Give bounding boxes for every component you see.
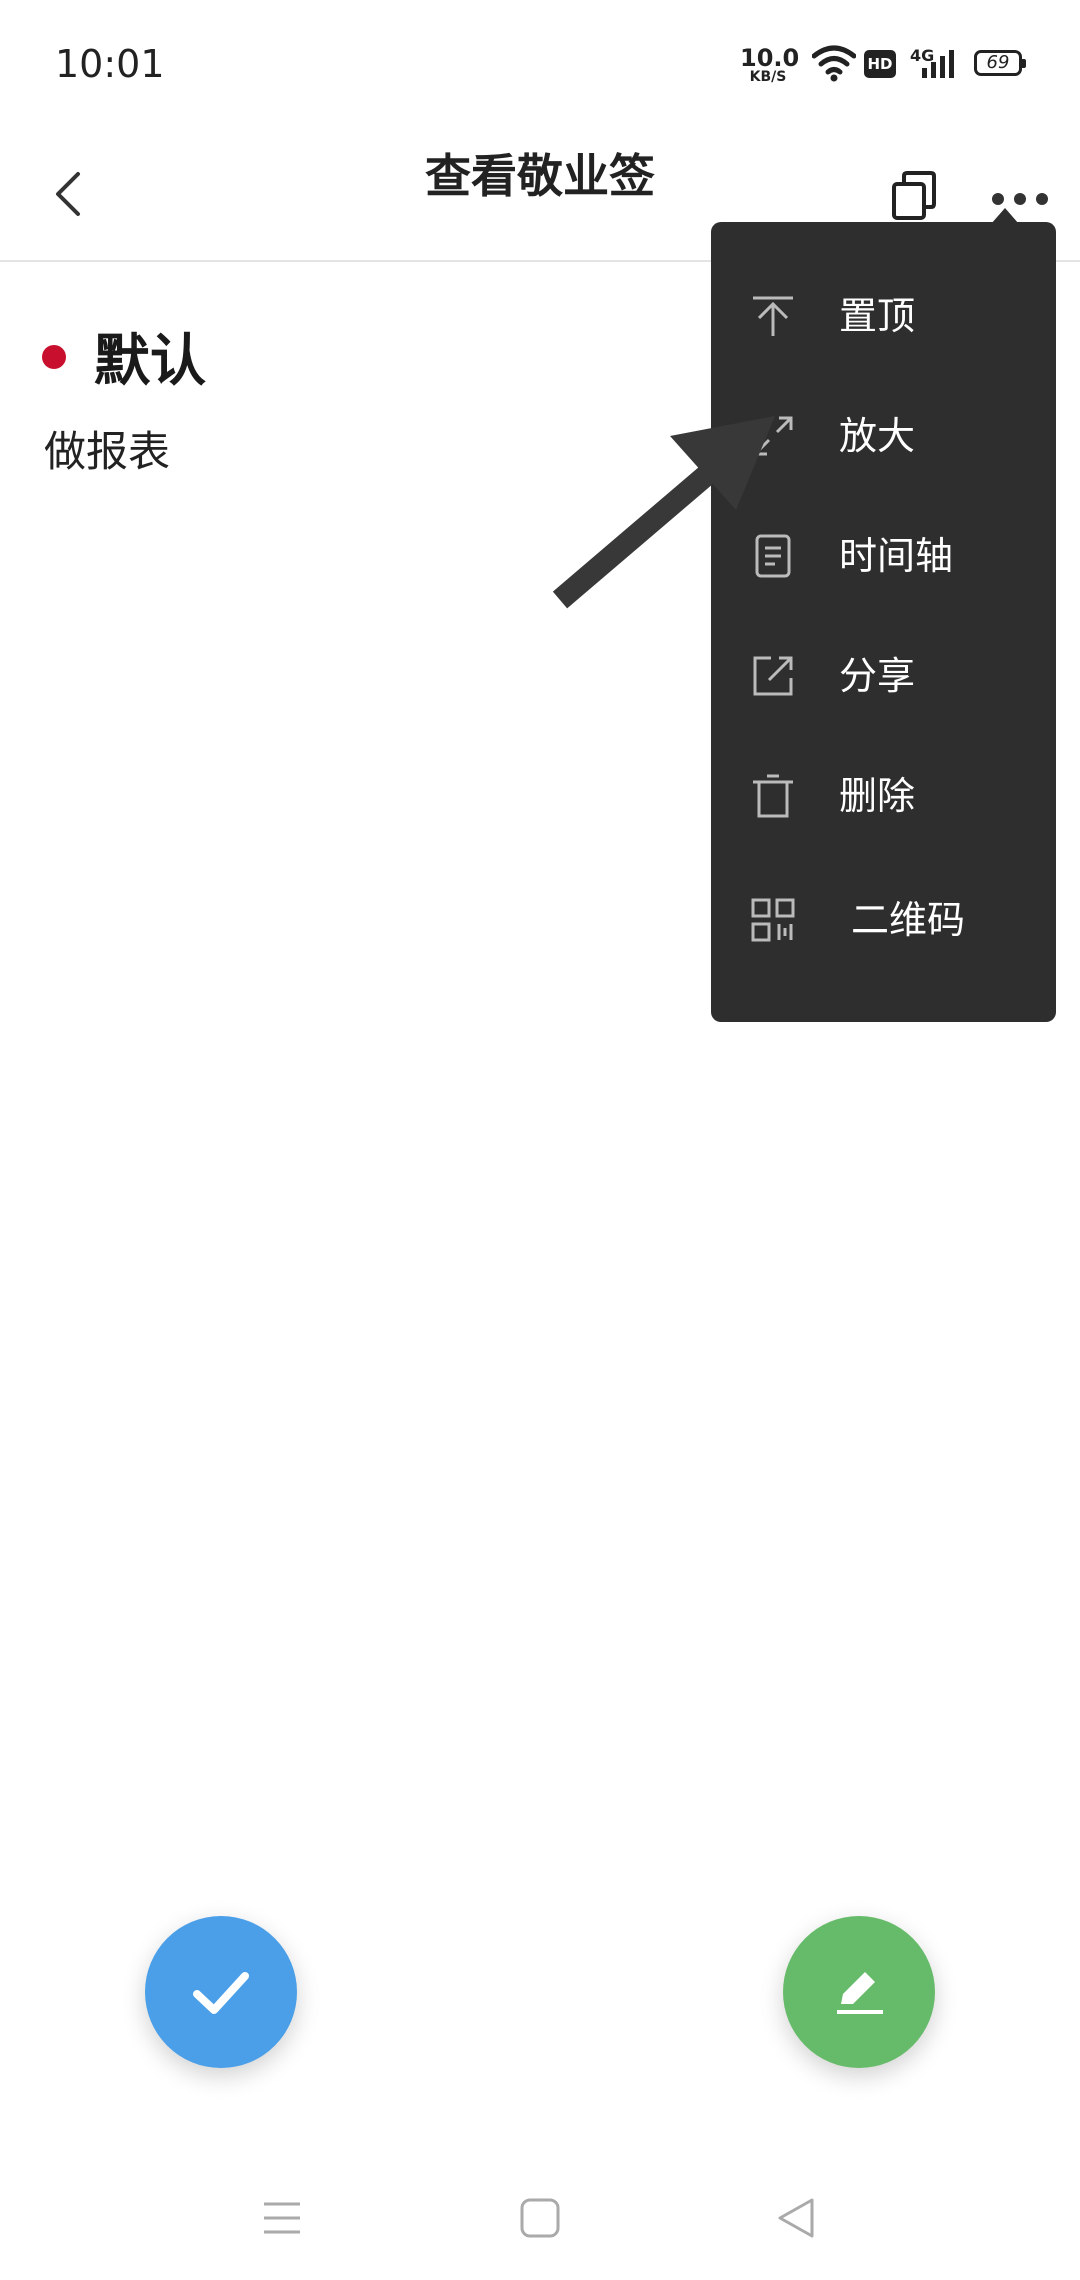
menu-label: 置顶 [839, 294, 916, 338]
menu-icon[interactable] [258, 2194, 306, 2242]
hd-label: HD [867, 55, 893, 73]
network-speed-value: 10.0 [740, 44, 800, 72]
note-content: 做报表 [44, 427, 171, 476]
timeline-icon [755, 534, 791, 578]
menu-item-share[interactable]: 分享 [711, 612, 1056, 732]
menu-item-pin-top[interactable]: 置顶 [711, 252, 1056, 372]
note-category: 默认 [94, 329, 206, 394]
category-color-dot [42, 345, 66, 369]
trash-icon [753, 774, 793, 818]
hd-icon: HD [864, 50, 896, 78]
menu-label: 二维码 [851, 898, 966, 942]
edit-icon [837, 1972, 883, 2014]
check-icon [193, 1972, 249, 2014]
qrcode-icon [751, 898, 795, 942]
complete-button[interactable] [145, 1916, 297, 2068]
edit-button[interactable] [783, 1916, 935, 2068]
network-speed: 10.0 KB/S [740, 44, 800, 85]
expand-icon [753, 416, 793, 456]
menu-item-qrcode[interactable]: 二维码 [711, 856, 1056, 976]
status-bar: 10:01 10.0 KB/S HD 4G 69 [0, 0, 1080, 130]
signal-icon [922, 50, 954, 78]
status-time: 10:01 [55, 42, 165, 86]
battery-level: 69 [986, 52, 1010, 73]
popup-menu: 置顶 放大 时间轴 分享 删除 二维码 [711, 222, 1056, 1022]
menu-label: 放大 [839, 414, 916, 458]
wifi-icon [812, 45, 856, 82]
home-icon[interactable] [516, 2194, 564, 2242]
share-icon [753, 656, 793, 696]
menu-label: 时间轴 [839, 534, 954, 578]
back-icon [56, 172, 80, 216]
menu-item-expand[interactable]: 放大 [711, 372, 1056, 492]
menu-item-timeline[interactable]: 时间轴 [711, 492, 1056, 612]
network-speed-unit: KB/S [749, 69, 787, 85]
battery-icon: 69 [974, 50, 1026, 76]
navigation-bar [0, 2170, 1080, 2280]
back-button[interactable] [44, 152, 108, 236]
menu-label: 删除 [839, 774, 916, 818]
pin-top-icon [753, 296, 793, 336]
menu-item-delete[interactable]: 删除 [711, 732, 1056, 852]
menu-label: 分享 [839, 654, 916, 698]
back-triangle-icon[interactable] [772, 2194, 820, 2242]
